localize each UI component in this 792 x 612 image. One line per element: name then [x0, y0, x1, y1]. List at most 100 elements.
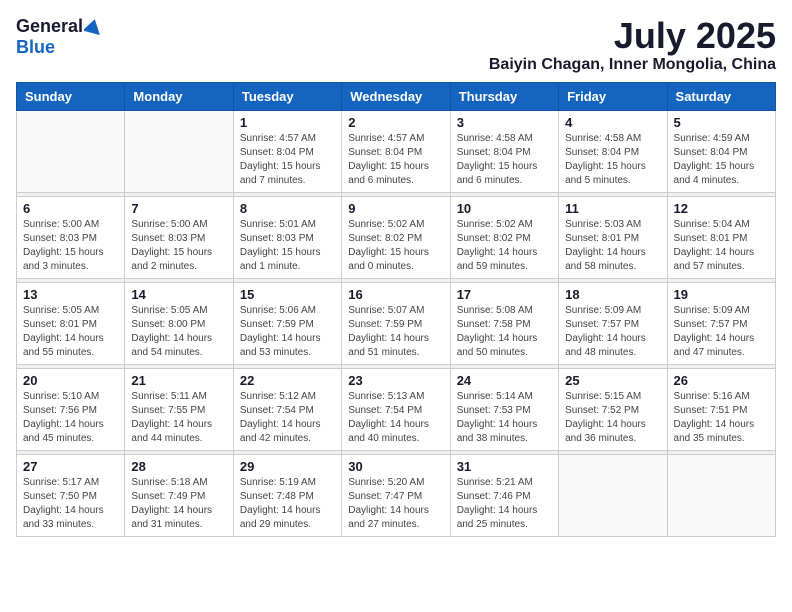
calendar-day-cell: 5 Sunrise: 4:59 AM Sunset: 8:04 PM Daylig… — [667, 110, 775, 192]
page-header: General Blue July 2025 Baiyin Chagan, In… — [16, 16, 776, 74]
day-number: 15 — [240, 287, 335, 302]
day-number: 30 — [348, 459, 443, 474]
day-number: 22 — [240, 373, 335, 388]
day-info: Sunrise: 5:20 AM Sunset: 7:47 PM Dayligh… — [348, 476, 443, 532]
calendar-day-cell: 13 Sunrise: 5:05 AM Sunset: 8:01 PM Dayli… — [17, 282, 125, 364]
location-title: Baiyin Chagan, Inner Mongolia, China — [489, 56, 776, 74]
calendar-day-cell: 16 Sunrise: 5:07 AM Sunset: 7:59 PM Dayli… — [342, 282, 450, 364]
calendar-day-cell: 2 Sunrise: 4:57 AM Sunset: 8:04 PM Daylig… — [342, 110, 450, 192]
day-number: 12 — [674, 201, 769, 216]
calendar-day-cell: 3 Sunrise: 4:58 AM Sunset: 8:04 PM Daylig… — [450, 110, 558, 192]
logo-general-text: General — [16, 16, 83, 37]
day-info: Sunrise: 5:06 AM Sunset: 7:59 PM Dayligh… — [240, 304, 335, 360]
day-number: 16 — [348, 287, 443, 302]
day-info: Sunrise: 5:19 AM Sunset: 7:48 PM Dayligh… — [240, 476, 335, 532]
day-number: 7 — [131, 201, 226, 216]
calendar-day-cell: 15 Sunrise: 5:06 AM Sunset: 7:59 PM Dayli… — [233, 282, 341, 364]
calendar-day-cell: 4 Sunrise: 4:58 AM Sunset: 8:04 PM Daylig… — [559, 110, 667, 192]
calendar-day-cell: 14 Sunrise: 5:05 AM Sunset: 8:00 PM Dayli… — [125, 282, 233, 364]
calendar-day-cell: 31 Sunrise: 5:21 AM Sunset: 7:46 PM Dayli… — [450, 454, 558, 536]
day-info: Sunrise: 5:07 AM Sunset: 7:59 PM Dayligh… — [348, 304, 443, 360]
day-number: 11 — [565, 201, 660, 216]
calendar-day-cell: 27Sunrise: 5:17 AM Sunset: 7:50 PM Dayli… — [17, 454, 125, 536]
calendar-day-cell: 23 Sunrise: 5:13 AM Sunset: 7:54 PM Dayli… — [342, 368, 450, 450]
calendar-day-cell: 6Sunrise: 5:00 AM Sunset: 8:03 PM Daylig… — [17, 196, 125, 278]
day-info: Sunrise: 5:12 AM Sunset: 7:54 PM Dayligh… — [240, 390, 335, 446]
day-number: 5 — [674, 115, 769, 130]
day-info: Sunrise: 4:58 AM Sunset: 8:04 PM Dayligh… — [565, 132, 660, 188]
calendar-week-row: 6Sunrise: 5:00 AM Sunset: 8:03 PM Daylig… — [17, 196, 776, 278]
day-number: 31 — [457, 459, 552, 474]
day-info: Sunrise: 5:00 AM Sunset: 8:03 PM Dayligh… — [23, 218, 118, 274]
calendar-day-cell: 21 Sunrise: 5:11 AM Sunset: 7:55 PM Dayli… — [125, 368, 233, 450]
calendar-day-cell: 30 Sunrise: 5:20 AM Sunset: 7:47 PM Dayli… — [342, 454, 450, 536]
calendar-day-cell — [667, 454, 775, 536]
weekday-header: Friday — [559, 82, 667, 110]
day-info: Sunrise: 5:04 AM Sunset: 8:01 PM Dayligh… — [674, 218, 769, 274]
day-info: Sunrise: 4:59 AM Sunset: 8:04 PM Dayligh… — [674, 132, 769, 188]
day-info: Sunrise: 5:10 AM Sunset: 7:56 PM Dayligh… — [23, 390, 118, 446]
calendar-day-cell: 24Sunrise: 5:14 AM Sunset: 7:53 PM Dayli… — [450, 368, 558, 450]
day-info: Sunrise: 5:09 AM Sunset: 7:57 PM Dayligh… — [565, 304, 660, 360]
calendar-day-cell: 7 Sunrise: 5:00 AM Sunset: 8:03 PM Daylig… — [125, 196, 233, 278]
day-number: 8 — [240, 201, 335, 216]
calendar-day-cell: 9Sunrise: 5:02 AM Sunset: 8:02 PM Daylig… — [342, 196, 450, 278]
day-number: 17 — [457, 287, 552, 302]
day-number: 2 — [348, 115, 443, 130]
calendar-day-cell: 17 Sunrise: 5:08 AM Sunset: 7:58 PM Dayli… — [450, 282, 558, 364]
calendar-week-row: 1Sunrise: 4:57 AM Sunset: 8:04 PM Daylig… — [17, 110, 776, 192]
day-info: Sunrise: 4:58 AM Sunset: 8:04 PM Dayligh… — [457, 132, 552, 188]
calendar-day-cell: 10 Sunrise: 5:02 AM Sunset: 8:02 PM Dayli… — [450, 196, 558, 278]
day-number: 18 — [565, 287, 660, 302]
day-number: 10 — [457, 201, 552, 216]
day-info: Sunrise: 5:15 AM Sunset: 7:52 PM Dayligh… — [565, 390, 660, 446]
day-info: Sunrise: 5:05 AM Sunset: 8:01 PM Dayligh… — [23, 304, 118, 360]
day-info: Sunrise: 5:14 AM Sunset: 7:53 PM Dayligh… — [457, 390, 552, 446]
logo-blue-text: Blue — [16, 37, 55, 57]
day-info: Sunrise: 5:08 AM Sunset: 7:58 PM Dayligh… — [457, 304, 552, 360]
weekday-header: Tuesday — [233, 82, 341, 110]
day-info: Sunrise: 5:17 AM Sunset: 7:50 PM Dayligh… — [23, 476, 118, 532]
calendar-day-cell — [17, 110, 125, 192]
calendar-day-cell: 25 Sunrise: 5:15 AM Sunset: 7:52 PM Dayli… — [559, 368, 667, 450]
day-number: 23 — [348, 373, 443, 388]
calendar-day-cell: 8Sunrise: 5:01 AM Sunset: 8:03 PM Daylig… — [233, 196, 341, 278]
calendar-day-cell: 18 Sunrise: 5:09 AM Sunset: 7:57 PM Dayli… — [559, 282, 667, 364]
day-info: Sunrise: 5:00 AM Sunset: 8:03 PM Dayligh… — [131, 218, 226, 274]
day-info: Sunrise: 5:02 AM Sunset: 8:02 PM Dayligh… — [457, 218, 552, 274]
day-info: Sunrise: 4:57 AM Sunset: 8:04 PM Dayligh… — [240, 132, 335, 188]
day-number: 9 — [348, 201, 443, 216]
day-number: 14 — [131, 287, 226, 302]
day-number: 20 — [23, 373, 118, 388]
day-number: 13 — [23, 287, 118, 302]
day-info: Sunrise: 4:57 AM Sunset: 8:04 PM Dayligh… — [348, 132, 443, 188]
day-number: 25 — [565, 373, 660, 388]
day-number: 21 — [131, 373, 226, 388]
day-info: Sunrise: 5:05 AM Sunset: 8:00 PM Dayligh… — [131, 304, 226, 360]
day-info: Sunrise: 5:13 AM Sunset: 7:54 PM Dayligh… — [348, 390, 443, 446]
calendar-header-row: SundayMondayTuesdayWednesdayThursdayFrid… — [17, 82, 776, 110]
day-info: Sunrise: 5:09 AM Sunset: 7:57 PM Dayligh… — [674, 304, 769, 360]
day-info: Sunrise: 5:03 AM Sunset: 8:01 PM Dayligh… — [565, 218, 660, 274]
day-info: Sunrise: 5:21 AM Sunset: 7:46 PM Dayligh… — [457, 476, 552, 532]
day-info: Sunrise: 5:11 AM Sunset: 7:55 PM Dayligh… — [131, 390, 226, 446]
calendar-week-row: 13 Sunrise: 5:05 AM Sunset: 8:01 PM Dayli… — [17, 282, 776, 364]
day-number: 29 — [240, 459, 335, 474]
day-number: 28 — [131, 459, 226, 474]
logo-icon — [84, 17, 102, 35]
calendar-day-cell: 19 Sunrise: 5:09 AM Sunset: 7:57 PM Dayli… — [667, 282, 775, 364]
weekday-header: Monday — [125, 82, 233, 110]
calendar-day-cell: 29 Sunrise: 5:19 AM Sunset: 7:48 PM Dayli… — [233, 454, 341, 536]
calendar-week-row: 27Sunrise: 5:17 AM Sunset: 7:50 PM Dayli… — [17, 454, 776, 536]
calendar-day-cell — [125, 110, 233, 192]
weekday-header: Thursday — [450, 82, 558, 110]
weekday-header: Saturday — [667, 82, 775, 110]
calendar-table: SundayMondayTuesdayWednesdayThursdayFrid… — [16, 82, 776, 537]
day-number: 19 — [674, 287, 769, 302]
title-section: July 2025 Baiyin Chagan, Inner Mongolia,… — [489, 16, 776, 74]
calendar-day-cell: 22 Sunrise: 5:12 AM Sunset: 7:54 PM Dayli… — [233, 368, 341, 450]
calendar-day-cell: 12 Sunrise: 5:04 AM Sunset: 8:01 PM Dayli… — [667, 196, 775, 278]
calendar-day-cell: 28Sunrise: 5:18 AM Sunset: 7:49 PM Dayli… — [125, 454, 233, 536]
day-number: 4 — [565, 115, 660, 130]
day-number: 3 — [457, 115, 552, 130]
